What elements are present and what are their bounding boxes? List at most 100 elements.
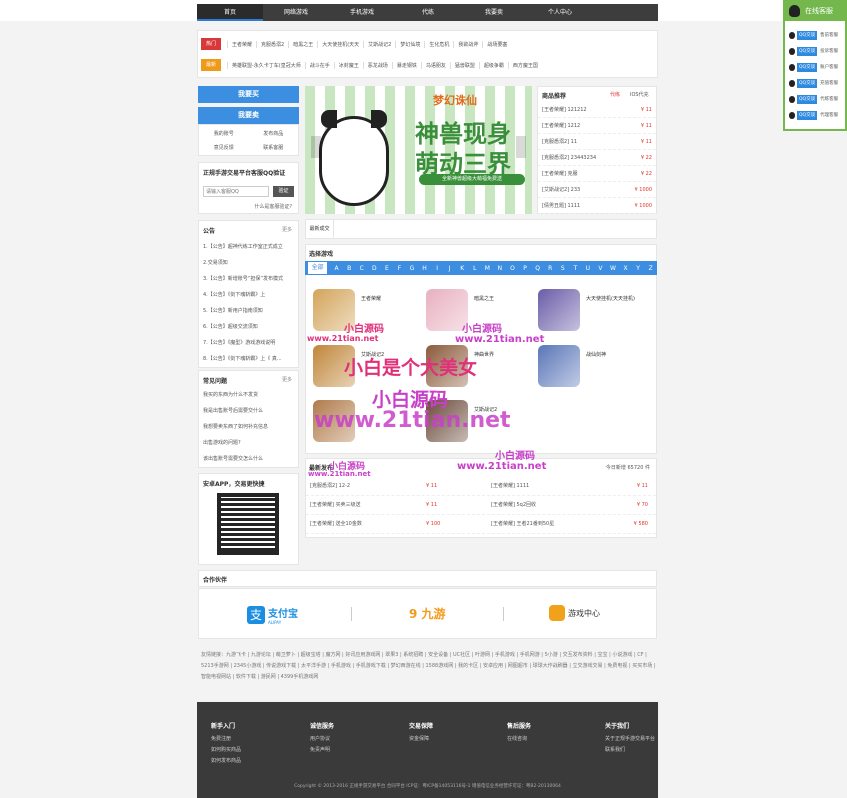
keyword-link[interactable]: 暗黑之王 [288, 40, 317, 48]
letter-filter-11[interactable]: K [456, 265, 469, 272]
letter-filter-6[interactable]: F [393, 265, 406, 272]
keyword-link[interactable]: 暴走钢铁 [391, 61, 421, 69]
letter-filter-1[interactable]: A [330, 265, 343, 272]
game-card[interactable]: 艾斯战记2 [426, 400, 536, 442]
letter-filter-3[interactable]: C [355, 265, 368, 272]
sell-button[interactable]: 我要卖 [198, 107, 299, 124]
recommend-row[interactable]: [王者荣耀] 克服 ¥ 22 [538, 166, 656, 182]
footer-link[interactable]: 资金保障 [409, 734, 464, 745]
game-card[interactable] [313, 400, 423, 442]
recommend-row[interactable]: [王者荣耀] 1212 ¥ 11 [538, 118, 656, 134]
support-link[interactable]: 联系客服 [249, 141, 299, 155]
notice-more-link[interactable]: 更多 [282, 226, 292, 233]
faq-item[interactable]: 我买的东西为什么不发货 [203, 387, 297, 403]
banner-prev-arrow[interactable] [311, 136, 321, 158]
latest-item-name[interactable]: [王者荣耀] 5q2回收 [471, 496, 606, 514]
keyword-link[interactable]: 王者荣耀 [227, 40, 256, 48]
letter-filter-9[interactable]: I [431, 265, 444, 272]
verify-qq-input[interactable] [203, 186, 269, 197]
keyword-link[interactable]: 我欲战斧 [453, 40, 482, 48]
game-card[interactable]: 神曲世界 [426, 345, 536, 387]
nav-item-0[interactable]: 首页 [197, 4, 263, 21]
my-account-link[interactable]: 我的账号 [199, 127, 249, 141]
game-card[interactable]: 大天使挂机(天天挂机) [538, 289, 648, 331]
nav-item-5[interactable]: 个人中心 [527, 4, 593, 21]
keyword-link[interactable]: 克服悉溺2 [256, 40, 288, 48]
alipay-logo[interactable]: 支 支付宝 ALIPAY [247, 605, 298, 625]
nav-item-4[interactable]: 我要卖 [461, 4, 527, 21]
qq-chat-button[interactable]: QQ交谈 [797, 110, 818, 120]
footer-link[interactable]: 免费注册 [211, 734, 266, 745]
notice-item[interactable]: 5.【公告】新用户指南须知 [203, 303, 297, 319]
letter-filter-22[interactable]: V [594, 265, 607, 272]
keyword-link[interactable]: 冰封魔王 [333, 61, 363, 69]
letter-filter-0[interactable]: 全部 [308, 262, 328, 274]
game-card[interactable]: 战仙剑神 [538, 345, 648, 387]
notice-item[interactable]: 7.【公告】《魔型》游戏游戏说明 [203, 335, 297, 351]
qq-service-row[interactable]: QQ交谈 充值客服 [785, 75, 845, 91]
verify-hint-link[interactable]: 什么是客服验证? [254, 203, 292, 210]
faq-item[interactable]: 出售游戏的问题? [203, 435, 297, 451]
qq-chat-button[interactable]: QQ交谈 [797, 78, 818, 88]
qq-service-row[interactable]: QQ交谈 代练客服 [785, 91, 845, 107]
keyword-link[interactable]: 战斗在手 [304, 61, 334, 69]
notice-item[interactable]: 6.【公告】超级交流须知 [203, 319, 297, 335]
footer-link[interactable]: 如何发布商品 [211, 756, 266, 767]
footer-link[interactable]: 联系我们 [605, 745, 660, 756]
notice-item[interactable]: 4.【公告】《剑下魂斩霸》上 [203, 287, 297, 303]
publish-link[interactable]: 发布商品 [249, 127, 299, 141]
notice-item[interactable]: 3.【公告】新增账号“担保”发布模式 [203, 271, 297, 287]
keyword-link[interactable]: 乌语朋友 [420, 61, 450, 69]
keyword-link[interactable]: 生化危机 [424, 40, 453, 48]
recommend-row[interactable]: [克服悉溺2] 11 ¥ 11 [538, 134, 656, 150]
promo-banner[interactable]: 梦幻诛仙 神兽现身 萌动三界 全新神兽超级大萌福免费送 [305, 86, 532, 214]
keyword-link[interactable]: 大天使挂机(天天 [317, 40, 363, 48]
footer-link[interactable]: 关于正规手游交易平台 [605, 734, 660, 745]
friend-links-text[interactable]: 九游飞卡 | 九游论坛 | 萌卫萝卜 | 超级宝塔 | 魔方网 | 好讯应用游戏… [201, 652, 656, 680]
recommend-tab-ios[interactable]: IOS代充 [630, 91, 649, 98]
letter-filter-14[interactable]: N [494, 265, 507, 272]
keyword-link[interactable]: 超级争霸 [478, 61, 508, 69]
verify-button[interactable]: 验证 [273, 186, 294, 197]
nav-item-1[interactable]: 网络游戏 [263, 4, 329, 21]
keyword-link[interactable]: 西方魔王国 [507, 61, 542, 69]
keyword-link[interactable]: 艾斯战记2 [363, 40, 395, 48]
letter-filter-7[interactable]: G [406, 265, 419, 272]
footer-link[interactable]: 用户协议 [310, 734, 365, 745]
keyword-link[interactable]: 梦幻仙境 [395, 40, 424, 48]
recommend-row[interactable]: [倩男丑题] 1111 ¥ 1000 [538, 198, 656, 214]
game-card[interactable]: 艾斯战记2 [313, 345, 423, 387]
letter-filter-13[interactable]: M [481, 265, 494, 272]
recommend-row[interactable]: [克服悉溺2] 23443234 ¥ 22 [538, 150, 656, 166]
recommend-row[interactable]: [艾斯战记2] 233 ¥ 1000 [538, 182, 656, 198]
letter-filter-8[interactable]: H [418, 265, 431, 272]
faq-item[interactable]: 我想要卖东西了如何补充信息 [203, 419, 297, 435]
qq-service-row[interactable]: QQ交谈 代理客服 [785, 107, 845, 123]
qq-chat-button[interactable]: QQ交谈 [797, 46, 818, 56]
game-center-logo[interactable]: 游戏中心 [549, 605, 600, 621]
qq-chat-button[interactable]: QQ交谈 [797, 94, 818, 104]
letter-filter-4[interactable]: D [368, 265, 381, 272]
banner-next-arrow[interactable] [516, 136, 526, 158]
letter-filter-15[interactable]: O [506, 265, 519, 272]
latest-item-name[interactable]: [王者荣耀] 买卖三级送 [306, 496, 426, 514]
letter-filter-17[interactable]: Q [531, 265, 544, 272]
latest-item-name[interactable]: [王者荣耀] 1111 [471, 477, 606, 495]
qq-service-row[interactable]: QQ交谈 账户客服 [785, 59, 845, 75]
letter-filter-19[interactable]: S [556, 265, 569, 272]
qq-service-row[interactable]: QQ交谈 投诉客服 [785, 43, 845, 59]
qq-chat-button[interactable]: QQ交谈 [797, 62, 818, 72]
letter-filter-25[interactable]: Y [632, 265, 645, 272]
qq-service-row[interactable]: QQ交谈 售前客服 [785, 27, 845, 43]
letter-filter-12[interactable]: L [469, 265, 482, 272]
buy-button[interactable]: 我要买 [198, 86, 299, 103]
recommend-tab-daili[interactable]: 代练 [610, 91, 620, 98]
game-card[interactable]: 暗黑之王 [426, 289, 536, 331]
faq-item[interactable]: 我是出售账号后需要交什么 [203, 403, 297, 419]
keyword-link[interactable]: 恶龙战场 [362, 61, 392, 69]
letter-filter-26[interactable]: Z [644, 265, 657, 272]
letter-filter-2[interactable]: B [343, 265, 356, 272]
latest-item-name[interactable]: [王者荣耀] 王者21番到50星 [471, 515, 606, 533]
tab-latest-deals[interactable]: 最新成交 [306, 220, 334, 239]
faq-more-link[interactable]: 更多 [282, 376, 292, 383]
